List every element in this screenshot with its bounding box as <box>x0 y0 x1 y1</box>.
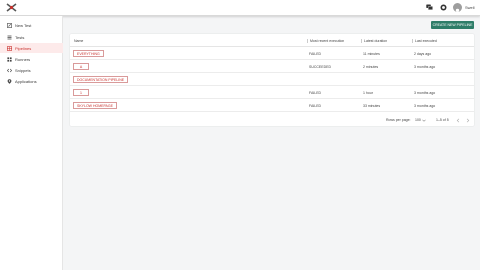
column-header-most-recent-execution[interactable]: Most recent execution <box>307 39 344 43</box>
status-cell: FAILED <box>309 91 322 95</box>
pagination-range: 1–5 of 5 <box>436 118 449 122</box>
table-row[interactable]: A SUCCEEDED 2 minutes 3 months ago <box>70 60 474 73</box>
pipeline-name-chip[interactable]: EVERYTHING <box>73 50 104 57</box>
status-cell: FAILED <box>309 52 322 56</box>
last-executed-cell: 3 months ago <box>414 104 436 108</box>
rows-per-page-select[interactable]: 100 <box>415 118 426 122</box>
sidebar-item-runners[interactable]: Runners <box>0 54 63 64</box>
sidebar-item-label: Snippets <box>15 67 31 73</box>
table-row[interactable]: 1 FAILED 1 hour 3 months ago <box>70 86 474 99</box>
table-header: Name Most recent execution Latest durati… <box>70 34 474 47</box>
runners-icon <box>7 56 12 62</box>
avatar <box>453 3 462 12</box>
sidebar-item-tests[interactable]: Tests <box>0 32 63 42</box>
status-cell: FAILED <box>309 104 322 108</box>
table-row[interactable]: SKYLOW HOMEPAGE FAILED 33 minutes 3 mont… <box>70 99 474 112</box>
rows-per-page-label: Rows per page: <box>386 118 411 122</box>
pipelines-icon <box>7 45 12 51</box>
sidebar-item-snippets[interactable]: Snippets <box>0 65 63 75</box>
column-header-name[interactable]: Name <box>74 39 83 43</box>
applications-icon <box>7 78 12 84</box>
duration-cell: 11 minutes <box>363 52 380 56</box>
duration-cell: 33 minutes <box>363 104 381 108</box>
snippets-icon <box>7 68 12 72</box>
last-executed-cell: 3 months ago <box>414 91 436 95</box>
sidebar-item-new-test[interactable]: New Test <box>0 20 63 30</box>
sidebar-item-label: New Test <box>15 22 32 28</box>
column-header-last-executed[interactable]: Last executed <box>412 39 437 43</box>
sidebar-item-applications[interactable]: Applications <box>0 76 63 86</box>
sidebar: New Test Tests Pipelines Runners Snippet… <box>0 16 63 270</box>
pipeline-name-chip[interactable]: DOCUMENTATION PIPELINE <box>73 76 129 83</box>
status-cell: SUCCEEDED <box>309 65 331 69</box>
column-header-latest-duration[interactable]: Latest duration <box>361 39 387 43</box>
user-menu[interactable]: Swell <box>453 3 475 12</box>
sidebar-item-pipelines[interactable]: Pipelines <box>0 43 63 53</box>
duration-cell: 1 hour <box>363 91 373 95</box>
sidebar-item-label: Pipelines <box>15 45 32 51</box>
pipelines-table: Name Most recent execution Latest durati… <box>70 34 474 126</box>
sidebar-item-label: Runners <box>15 56 31 62</box>
last-executed-cell: 3 months ago <box>414 65 436 69</box>
sidebar-item-label: Applications <box>15 78 37 84</box>
user-name: Swell <box>465 5 475 10</box>
table-row[interactable]: DOCUMENTATION PIPELINE <box>70 73 474 86</box>
chevron-down-icon <box>422 119 426 122</box>
app-logo-icon[interactable] <box>6 3 17 12</box>
rows-per-page-value: 100 <box>415 118 421 122</box>
next-page-icon[interactable] <box>466 118 470 123</box>
pipeline-name-chip[interactable]: 1 <box>73 89 89 96</box>
new-test-icon <box>7 22 12 28</box>
pagination: Rows per page: 100 1–5 of 5 <box>70 118 474 124</box>
tests-icon <box>7 35 12 39</box>
last-executed-cell: 2 days ago <box>414 52 432 56</box>
pipeline-name-chip[interactable]: SKYLOW HOMEPAGE <box>73 102 117 109</box>
previous-page-icon[interactable] <box>456 118 460 123</box>
pipeline-name-chip[interactable]: A <box>73 63 89 70</box>
theme-toggle-icon[interactable] <box>440 4 447 11</box>
create-pipeline-button[interactable]: CREATE NEW PIPELINE <box>431 21 474 29</box>
duration-cell: 2 minutes <box>363 65 379 69</box>
top-bar: Swell <box>0 0 480 16</box>
chat-icon[interactable] <box>426 4 433 11</box>
user-icon <box>455 8 460 12</box>
sidebar-item-label: Tests <box>15 34 25 40</box>
table-row[interactable]: EVERYTHING FAILED 11 minutes 2 days ago <box>70 47 474 60</box>
